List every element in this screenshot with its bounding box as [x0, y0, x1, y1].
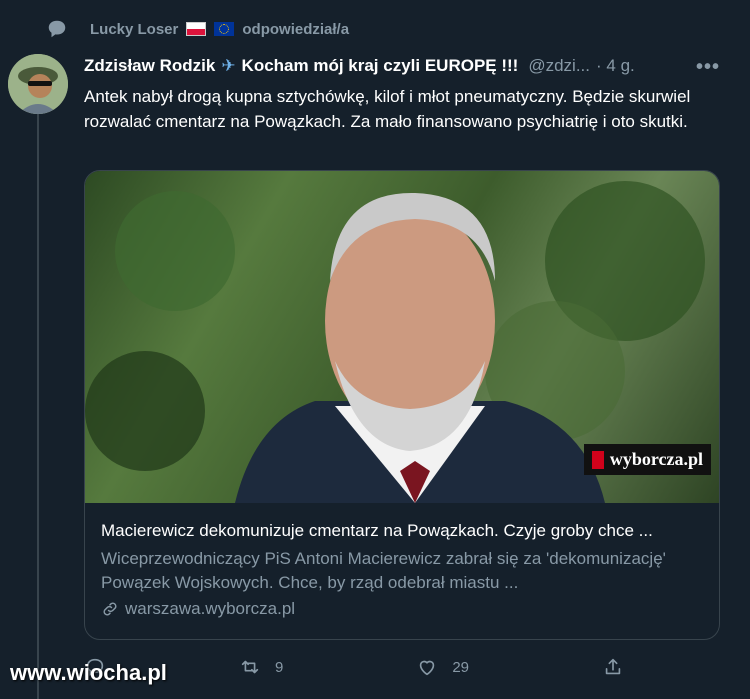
display-name-suffix[interactable]: Kocham mój kraj czyli EUROPĘ !!! — [242, 56, 519, 76]
card-description: Wiceprzewodniczący PiS Antoni Macierewic… — [101, 549, 666, 592]
share-button[interactable] — [602, 656, 624, 678]
more-options-button[interactable]: ••• — [696, 56, 720, 79]
poland-flag-icon — [186, 22, 207, 36]
display-name[interactable]: Zdzisław Rodzik — [84, 56, 215, 76]
card-domain: warszawa.wyborcza.pl — [125, 599, 296, 618]
retweet-icon — [241, 660, 259, 674]
replier-name[interactable]: Lucky Loser — [90, 21, 178, 38]
wyborcza-logo-text: wyborcza.pl — [609, 449, 703, 469]
link-icon — [103, 602, 117, 616]
airplane-icon: ✈ — [221, 56, 236, 75]
like-count: 29 — [452, 658, 469, 676]
card-title: Macierewicz dekomunizuje cmentarz na Pow… — [101, 521, 653, 540]
card-image[interactable]: wyborcza.pl — [85, 171, 719, 503]
card-body: Macierewicz dekomunizuje cmentarz na Pow… — [101, 519, 703, 619]
wyborcza-logo: wyborcza.pl — [583, 444, 711, 475]
wyborcza-logo-mark — [591, 450, 604, 469]
retweet-count: 9 — [274, 658, 284, 676]
like-button[interactable]: 29 — [416, 656, 469, 678]
link-card[interactable]: wyborcza.pl Macierewicz dekomunizuje cme… — [84, 170, 720, 640]
timestamp[interactable]: · 4 g. — [596, 56, 635, 76]
tweet-text: Antek nabył drogą kupna sztychówkę, kilo… — [84, 87, 691, 131]
share-icon — [605, 658, 621, 675]
site-watermark: www.wiocha.pl — [10, 660, 167, 685]
thread-line — [37, 114, 39, 699]
retweet-button[interactable]: 9 — [239, 656, 283, 678]
tweet-header: Zdzisław Rodzik ✈ Kocham mój kraj czyli … — [84, 54, 730, 78]
reply-context: Lucky Loser odpowiedział/a — [46, 16, 349, 42]
reply-action-text: odpowiedział/a — [242, 20, 350, 38]
eu-flag-icon — [214, 22, 235, 36]
handle[interactable]: @zdzi... — [528, 56, 590, 76]
avatar-image — [8, 54, 68, 114]
avatar[interactable] — [8, 54, 68, 114]
card-domain-row: warszawa.wyborcza.pl — [101, 599, 703, 619]
heart-icon — [420, 660, 435, 676]
reply-bubble-icon — [48, 20, 66, 38]
